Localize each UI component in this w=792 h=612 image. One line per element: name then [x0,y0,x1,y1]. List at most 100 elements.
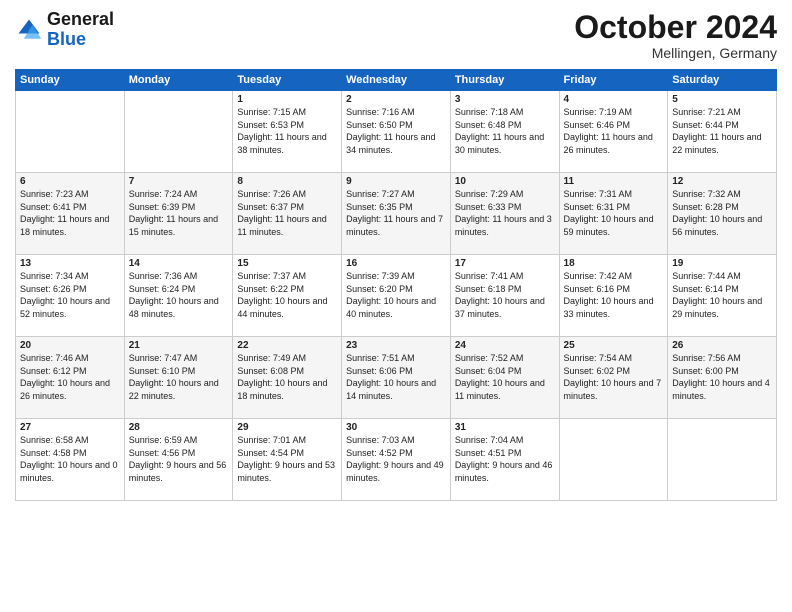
day-info: Sunrise: 7:54 AM Sunset: 6:02 PM Dayligh… [564,352,664,402]
calendar-cell: 30Sunrise: 7:03 AM Sunset: 4:52 PM Dayli… [342,419,451,501]
calendar-cell: 7Sunrise: 7:24 AM Sunset: 6:39 PM Daylig… [124,173,233,255]
day-number: 21 [129,340,229,351]
calendar-cell: 25Sunrise: 7:54 AM Sunset: 6:02 PM Dayli… [559,337,668,419]
calendar-cell: 16Sunrise: 7:39 AM Sunset: 6:20 PM Dayli… [342,255,451,337]
day-info: Sunrise: 7:46 AM Sunset: 6:12 PM Dayligh… [20,352,120,402]
day-info: Sunrise: 7:01 AM Sunset: 4:54 PM Dayligh… [237,434,337,484]
calendar-cell: 4Sunrise: 7:19 AM Sunset: 6:46 PM Daylig… [559,91,668,173]
day-info: Sunrise: 7:23 AM Sunset: 6:41 PM Dayligh… [20,188,120,238]
day-info: Sunrise: 7:24 AM Sunset: 6:39 PM Dayligh… [129,188,229,238]
day-info: Sunrise: 7:44 AM Sunset: 6:14 PM Dayligh… [672,270,772,320]
weekday-header-monday: Monday [124,70,233,91]
day-info: Sunrise: 7:41 AM Sunset: 6:18 PM Dayligh… [455,270,555,320]
day-info: Sunrise: 7:31 AM Sunset: 6:31 PM Dayligh… [564,188,664,238]
weekday-header-sunday: Sunday [16,70,125,91]
calendar-table: SundayMondayTuesdayWednesdayThursdayFrid… [15,69,777,501]
day-info: Sunrise: 7:49 AM Sunset: 6:08 PM Dayligh… [237,352,337,402]
calendar-cell: 20Sunrise: 7:46 AM Sunset: 6:12 PM Dayli… [16,337,125,419]
calendar-cell: 13Sunrise: 7:34 AM Sunset: 6:26 PM Dayli… [16,255,125,337]
calendar-cell: 26Sunrise: 7:56 AM Sunset: 6:00 PM Dayli… [668,337,777,419]
day-info: Sunrise: 6:59 AM Sunset: 4:56 PM Dayligh… [129,434,229,484]
day-number: 17 [455,258,555,269]
day-number: 19 [672,258,772,269]
day-number: 26 [672,340,772,351]
day-number: 3 [455,94,555,105]
calendar-page: General Blue October 2024 Mellingen, Ger… [0,0,792,612]
day-info: Sunrise: 7:47 AM Sunset: 6:10 PM Dayligh… [129,352,229,402]
day-info: Sunrise: 7:42 AM Sunset: 6:16 PM Dayligh… [564,270,664,320]
weekday-header-friday: Friday [559,70,668,91]
calendar-cell: 3Sunrise: 7:18 AM Sunset: 6:48 PM Daylig… [450,91,559,173]
weekday-header-row: SundayMondayTuesdayWednesdayThursdayFrid… [16,70,777,91]
day-number: 11 [564,176,664,187]
calendar-cell: 28Sunrise: 6:59 AM Sunset: 4:56 PM Dayli… [124,419,233,501]
logo-text: General Blue [47,10,114,50]
calendar-cell: 15Sunrise: 7:37 AM Sunset: 6:22 PM Dayli… [233,255,342,337]
day-number: 24 [455,340,555,351]
week-row-4: 20Sunrise: 7:46 AM Sunset: 6:12 PM Dayli… [16,337,777,419]
title-area: October 2024 Mellingen, Germany [574,10,777,61]
day-number: 27 [20,422,120,433]
day-info: Sunrise: 7:27 AM Sunset: 6:35 PM Dayligh… [346,188,446,238]
day-number: 12 [672,176,772,187]
calendar-cell: 21Sunrise: 7:47 AM Sunset: 6:10 PM Dayli… [124,337,233,419]
day-info: Sunrise: 7:26 AM Sunset: 6:37 PM Dayligh… [237,188,337,238]
location: Mellingen, Germany [574,45,777,61]
day-info: Sunrise: 7:36 AM Sunset: 6:24 PM Dayligh… [129,270,229,320]
calendar-cell: 17Sunrise: 7:41 AM Sunset: 6:18 PM Dayli… [450,255,559,337]
day-number: 22 [237,340,337,351]
day-info: Sunrise: 6:58 AM Sunset: 4:58 PM Dayligh… [20,434,120,484]
calendar-cell: 18Sunrise: 7:42 AM Sunset: 6:16 PM Dayli… [559,255,668,337]
day-number: 13 [20,258,120,269]
calendar-cell [559,419,668,501]
day-number: 2 [346,94,446,105]
day-info: Sunrise: 7:39 AM Sunset: 6:20 PM Dayligh… [346,270,446,320]
calendar-cell: 9Sunrise: 7:27 AM Sunset: 6:35 PM Daylig… [342,173,451,255]
calendar-cell: 27Sunrise: 6:58 AM Sunset: 4:58 PM Dayli… [16,419,125,501]
logo-icon [15,16,43,44]
logo: General Blue [15,10,114,50]
weekday-header-tuesday: Tuesday [233,70,342,91]
day-info: Sunrise: 7:56 AM Sunset: 6:00 PM Dayligh… [672,352,772,402]
day-info: Sunrise: 7:15 AM Sunset: 6:53 PM Dayligh… [237,106,337,156]
calendar-cell: 2Sunrise: 7:16 AM Sunset: 6:50 PM Daylig… [342,91,451,173]
calendar-cell: 10Sunrise: 7:29 AM Sunset: 6:33 PM Dayli… [450,173,559,255]
calendar-cell: 24Sunrise: 7:52 AM Sunset: 6:04 PM Dayli… [450,337,559,419]
day-info: Sunrise: 7:18 AM Sunset: 6:48 PM Dayligh… [455,106,555,156]
day-info: Sunrise: 7:29 AM Sunset: 6:33 PM Dayligh… [455,188,555,238]
day-number: 5 [672,94,772,105]
day-number: 7 [129,176,229,187]
calendar-cell: 6Sunrise: 7:23 AM Sunset: 6:41 PM Daylig… [16,173,125,255]
header: General Blue October 2024 Mellingen, Ger… [15,10,777,61]
calendar-cell: 11Sunrise: 7:31 AM Sunset: 6:31 PM Dayli… [559,173,668,255]
day-number: 25 [564,340,664,351]
calendar-cell [16,91,125,173]
calendar-cell: 22Sunrise: 7:49 AM Sunset: 6:08 PM Dayli… [233,337,342,419]
calendar-cell: 5Sunrise: 7:21 AM Sunset: 6:44 PM Daylig… [668,91,777,173]
week-row-1: 1Sunrise: 7:15 AM Sunset: 6:53 PM Daylig… [16,91,777,173]
week-row-5: 27Sunrise: 6:58 AM Sunset: 4:58 PM Dayli… [16,419,777,501]
day-number: 23 [346,340,446,351]
day-number: 29 [237,422,337,433]
day-number: 8 [237,176,337,187]
day-info: Sunrise: 7:37 AM Sunset: 6:22 PM Dayligh… [237,270,337,320]
day-info: Sunrise: 7:32 AM Sunset: 6:28 PM Dayligh… [672,188,772,238]
day-number: 14 [129,258,229,269]
calendar-cell: 8Sunrise: 7:26 AM Sunset: 6:37 PM Daylig… [233,173,342,255]
calendar-cell: 19Sunrise: 7:44 AM Sunset: 6:14 PM Dayli… [668,255,777,337]
day-number: 20 [20,340,120,351]
day-info: Sunrise: 7:52 AM Sunset: 6:04 PM Dayligh… [455,352,555,402]
day-info: Sunrise: 7:34 AM Sunset: 6:26 PM Dayligh… [20,270,120,320]
day-number: 15 [237,258,337,269]
day-info: Sunrise: 7:21 AM Sunset: 6:44 PM Dayligh… [672,106,772,156]
calendar-cell [124,91,233,173]
day-info: Sunrise: 7:16 AM Sunset: 6:50 PM Dayligh… [346,106,446,156]
day-info: Sunrise: 7:51 AM Sunset: 6:06 PM Dayligh… [346,352,446,402]
week-row-2: 6Sunrise: 7:23 AM Sunset: 6:41 PM Daylig… [16,173,777,255]
day-number: 28 [129,422,229,433]
weekday-header-saturday: Saturday [668,70,777,91]
day-info: Sunrise: 7:03 AM Sunset: 4:52 PM Dayligh… [346,434,446,484]
day-info: Sunrise: 7:04 AM Sunset: 4:51 PM Dayligh… [455,434,555,484]
calendar-cell: 12Sunrise: 7:32 AM Sunset: 6:28 PM Dayli… [668,173,777,255]
day-info: Sunrise: 7:19 AM Sunset: 6:46 PM Dayligh… [564,106,664,156]
